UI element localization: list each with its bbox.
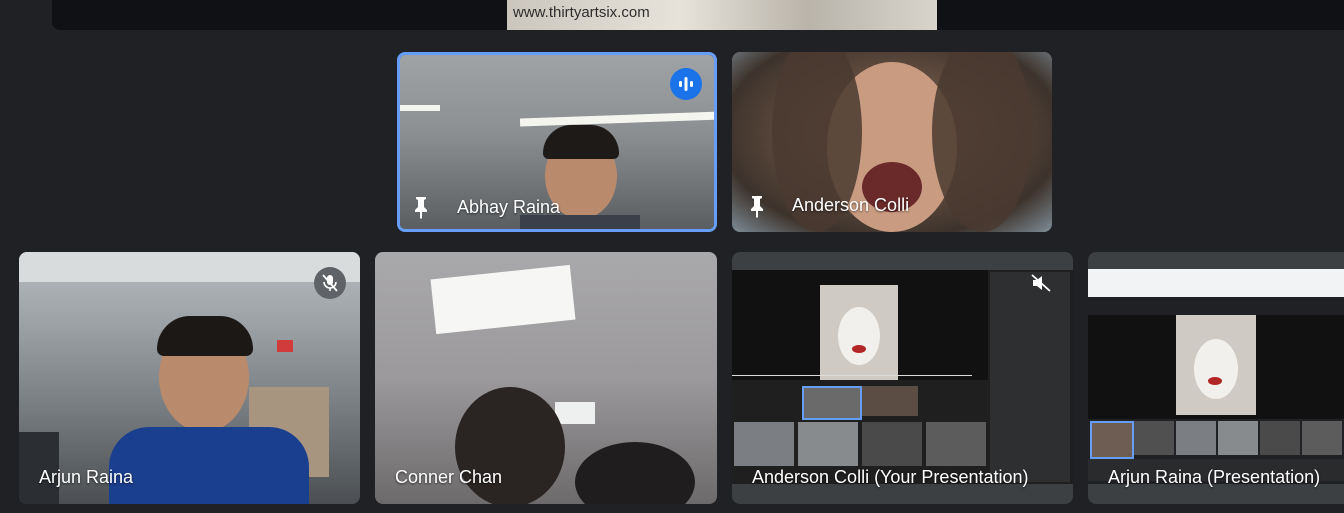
main-presentation-strip[interactable]: www.thirtyartsix.com	[52, 0, 1344, 30]
participant-tile-arjun-raina[interactable]: Arjun Raina	[19, 252, 360, 504]
participant-tile-arjun-presentation[interactable]: Arjun Raina (Presentation)	[1088, 252, 1344, 504]
participant-name: Arjun Raina (Presentation)	[1108, 467, 1321, 487]
pin-icon[interactable]	[748, 194, 766, 218]
presentation-thumbnail	[732, 270, 1073, 484]
presentation-thumbnail	[1088, 269, 1344, 484]
participant-name: Anderson Colli (Your Presentation)	[752, 467, 1029, 487]
participant-name: Conner Chan	[395, 467, 503, 487]
mic-off-icon	[314, 267, 346, 299]
presentation-image: www.thirtyartsix.com	[507, 0, 937, 30]
speaking-indicator-icon	[670, 68, 702, 100]
participant-name: Arjun Raina	[39, 467, 134, 487]
participant-tile-abhay-raina[interactable]: Abhay Raina	[397, 52, 717, 232]
participant-name: Abhay Raina	[457, 197, 561, 217]
participant-tile-your-presentation[interactable]: Anderson Colli (Your Presentation)	[732, 252, 1073, 504]
participant-tile-anderson-colli[interactable]: Anderson Colli	[732, 52, 1052, 232]
participant-name: Anderson Colli	[792, 195, 910, 215]
pin-icon[interactable]	[412, 195, 430, 219]
watermark-text: www.thirtyartsix.com	[513, 4, 650, 21]
speaker-off-icon	[1025, 267, 1057, 299]
participant-tile-conner-chan[interactable]: Conner Chan	[375, 252, 717, 504]
